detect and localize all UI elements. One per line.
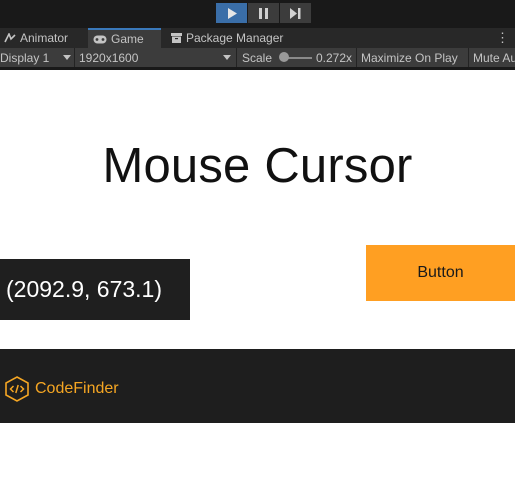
cursor-coordinates-display: (2092.9, 673.1) [0,259,190,320]
tab-animator[interactable]: Animator [4,28,68,48]
play-controls-bar [0,0,515,28]
divider [356,48,357,67]
step-button[interactable] [280,3,311,23]
play-button-group [216,3,312,23]
divider [236,48,237,67]
scale-slider-handle[interactable] [279,52,289,62]
divider [468,48,469,67]
footer-bar: CodeFinder [0,349,515,423]
divider [74,48,75,67]
package-icon [171,33,182,43]
page-title: Mouse Cursor [102,139,413,193]
editor-tab-bar: Animator Game Package Manager ⋮ [0,28,515,48]
resolution-value: 1920x1600 [79,50,139,65]
tab-label: Animator [20,31,69,45]
resolution-dropdown[interactable]: 1920x1600 [79,48,138,67]
tab-package-manager[interactable]: Package Manager [171,28,283,48]
display-value: Display 1 [0,50,50,65]
pause-button[interactable] [248,3,279,23]
game-button[interactable]: Button [366,245,515,301]
game-view-toolbar: Display 1 1920x1600 Scale 0.272x Maximiz… [0,48,515,67]
tab-label: Package Manager [186,31,284,45]
display-dropdown[interactable]: Display 1 [0,48,49,67]
scale-label: Scale [242,50,273,65]
codefinder-logo: CodeFinder [5,376,119,402]
mute-audio-toggle[interactable]: Mute Audio [473,48,515,67]
more-options-icon[interactable]: ⋮ [496,30,509,46]
step-icon [290,7,301,19]
gamepad-icon [93,35,107,44]
maximize-on-play-toggle[interactable]: Maximize On Play [361,48,458,67]
play-button[interactable] [216,3,247,23]
toolbar-bottom-border [0,67,515,70]
tab-label: Game [111,32,144,46]
tab-game[interactable]: Game [88,28,161,48]
scale-value: 0.272x [316,50,353,65]
cursor-coordinates-text: (2092.9, 673.1) [6,276,163,302]
code-hexagon-icon [5,376,29,402]
pause-icon [259,7,268,19]
logo-text: CodeFinder [35,380,119,397]
resolution-chevron-down-icon [223,55,231,60]
play-icon [227,7,237,19]
animator-icon [4,33,16,43]
display-chevron-down-icon [63,55,71,60]
game-button-label: Button [417,264,464,281]
